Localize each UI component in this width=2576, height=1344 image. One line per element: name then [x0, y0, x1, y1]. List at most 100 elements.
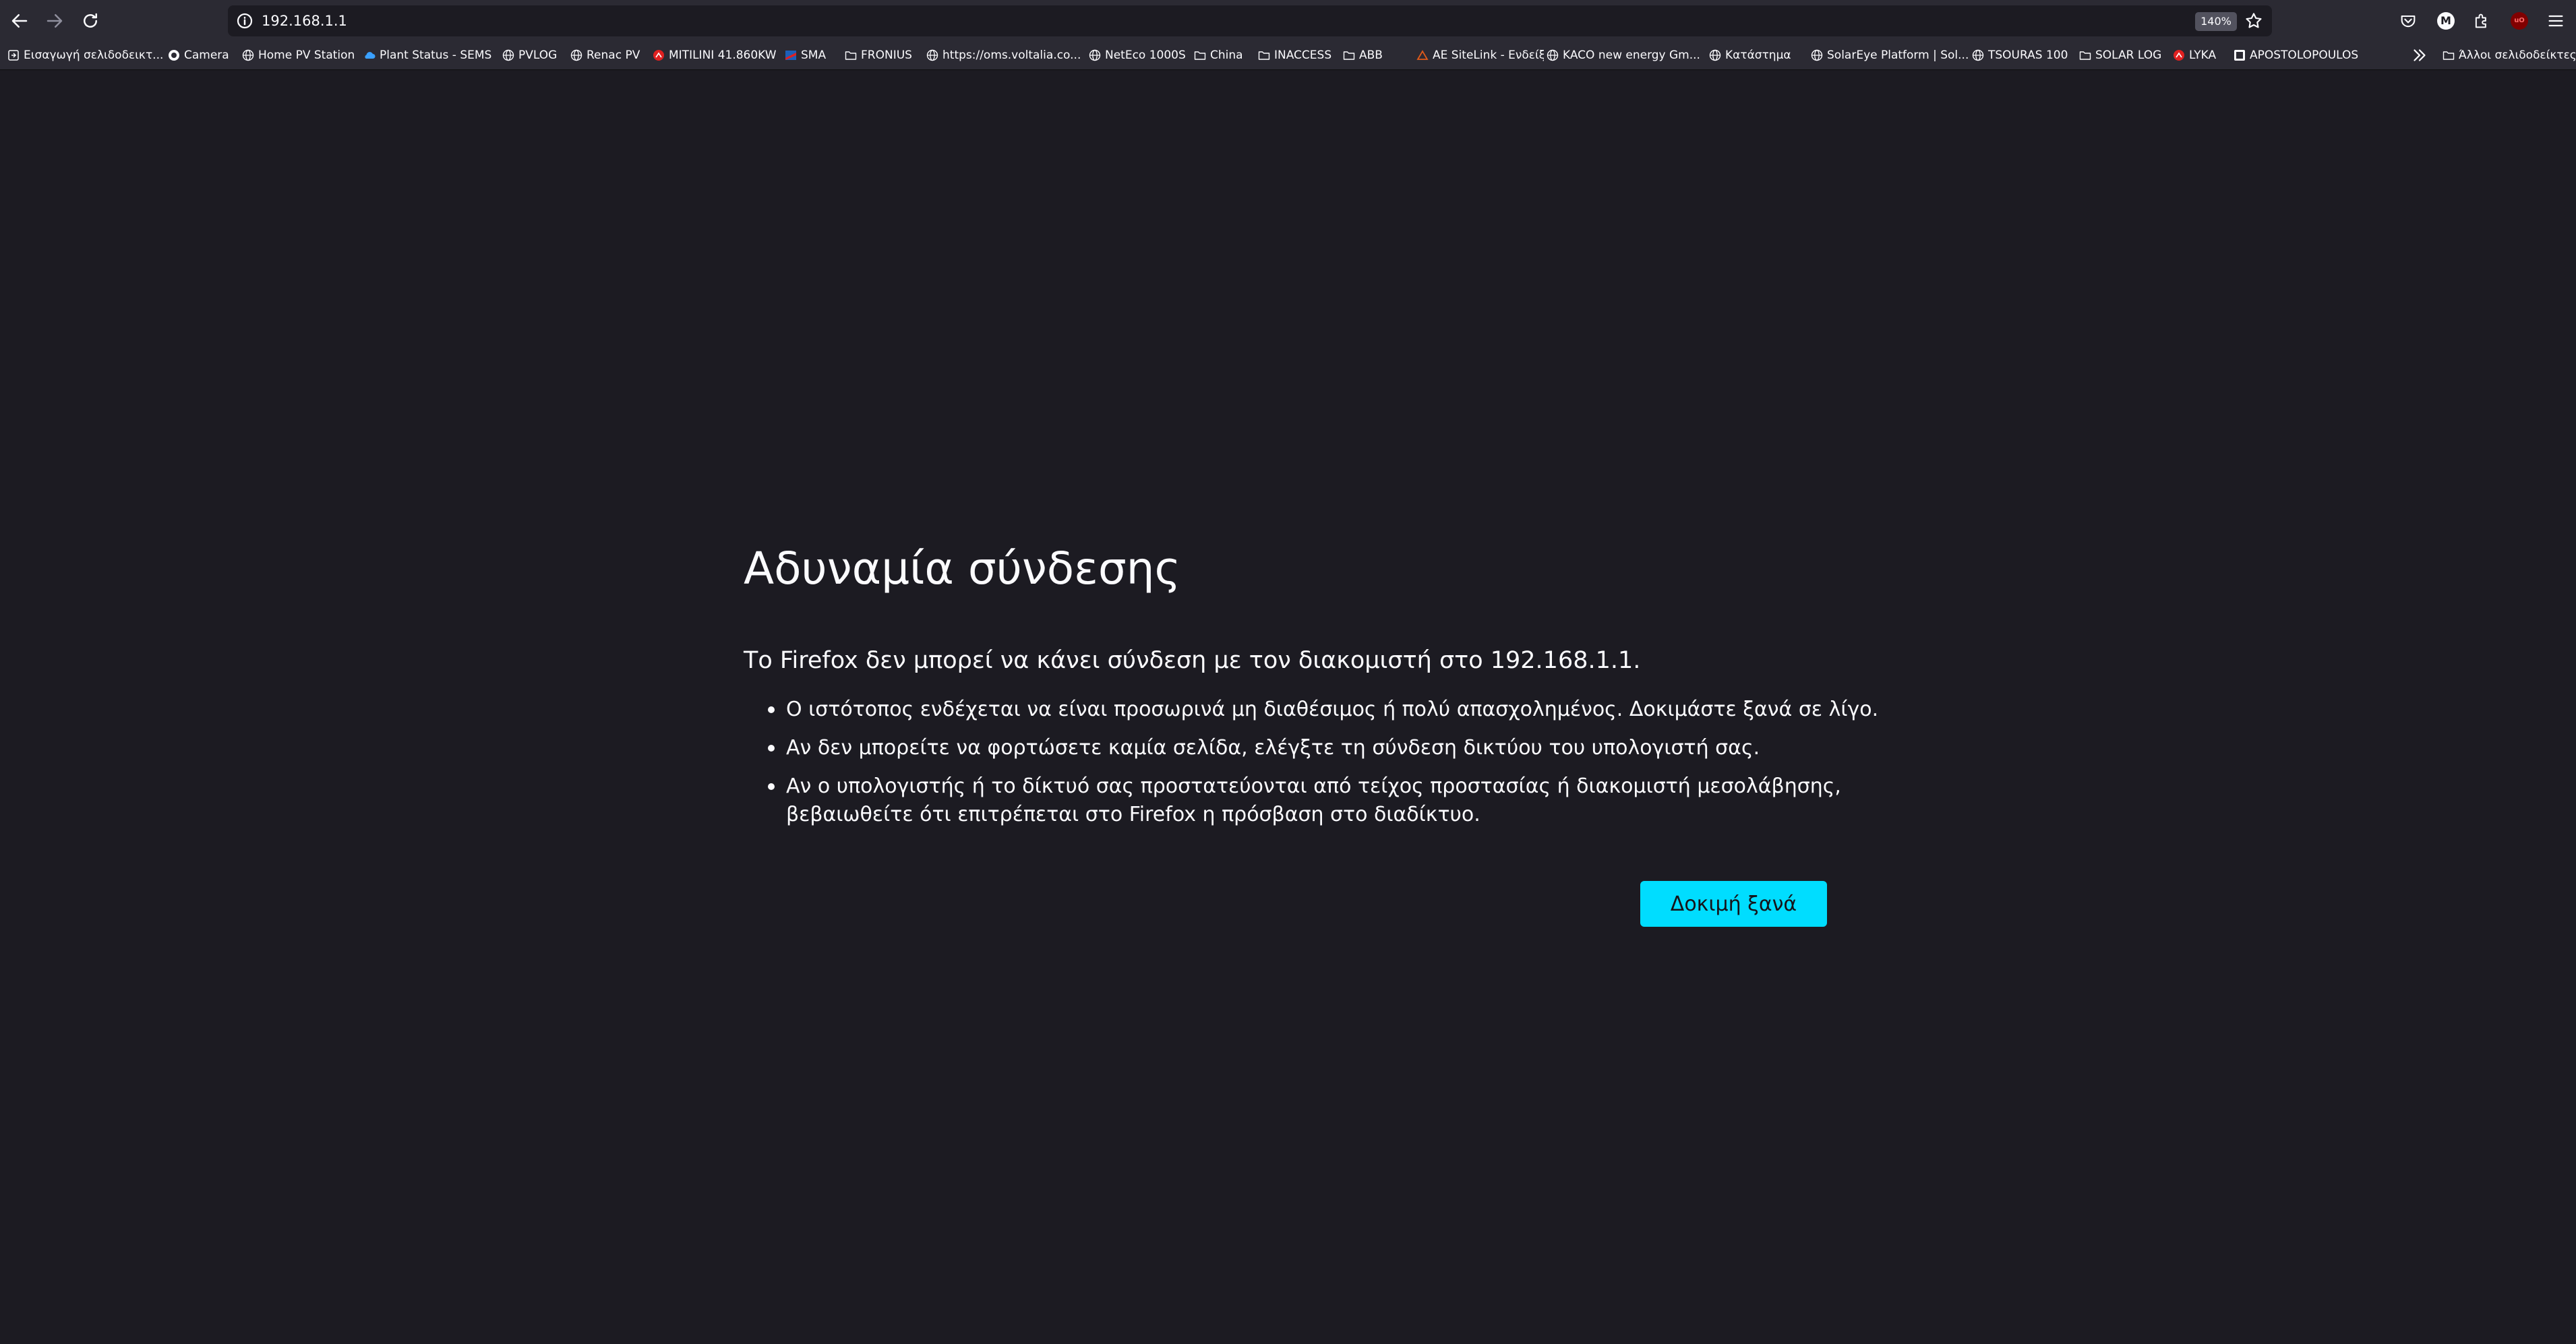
bookmark-label: Plant Status - SEMS — [380, 49, 492, 62]
folder-icon — [1342, 49, 1356, 62]
site-logo-icon — [2233, 49, 2246, 62]
bookmark-label: MITILINI 41.860KW — [669, 49, 777, 62]
bookmark-star-icon[interactable] — [2244, 11, 2264, 31]
bookmark-item[interactable]: SMA — [784, 41, 841, 69]
puzzle-piece-icon — [2475, 13, 2486, 28]
bookmark-label: Κατάστημα — [1725, 49, 1791, 62]
page-title: Αδυναμία σύνδεσης — [744, 543, 1181, 594]
bookmark-item[interactable]: INACCESS — [1257, 41, 1338, 69]
zoom-level-badge[interactable]: 140% — [2195, 12, 2237, 31]
globe-icon — [241, 49, 255, 62]
hamburger-menu-icon — [2548, 15, 2563, 27]
bookmark-label: KACO new energy Gm... — [1563, 49, 1700, 62]
pocket-button[interactable] — [2395, 8, 2421, 34]
navigation-toolbar: 192.168.1.1 140% M uO — [0, 0, 2576, 41]
reload-icon — [84, 13, 97, 28]
address-bar[interactable]: 192.168.1.1 140% — [228, 5, 2272, 36]
bookmark-item[interactable]: https://oms.voltalia.co... — [926, 41, 1084, 69]
bookmark-label: APOSTOLOPOULOS — [2250, 49, 2359, 62]
folder-icon — [2078, 49, 2092, 62]
account-button[interactable]: M — [2433, 8, 2459, 34]
bookmark-label: Renac PV — [587, 49, 640, 62]
globe-icon — [1708, 49, 1722, 62]
bookmark-item[interactable]: Κατάστημα — [1708, 41, 1803, 69]
bookmark-label: SMA — [801, 49, 827, 62]
folder-icon — [844, 49, 858, 62]
back-arrow-icon — [11, 14, 28, 28]
extensions-button[interactable] — [2469, 8, 2494, 34]
ublock-origin-button[interactable]: uO — [2507, 8, 2532, 34]
list-item: Αν δεν μπορείτε να φορτώσετε καμία σελίδ… — [744, 734, 1890, 762]
site-info-icon[interactable] — [235, 11, 255, 31]
bookmark-item[interactable]: MITILINI 41.860KW — [652, 41, 780, 69]
camera-icon — [167, 49, 181, 62]
bookmark-label: https://oms.voltalia.co... — [942, 49, 1081, 62]
bookmark-item[interactable]: ABB — [1342, 41, 1413, 69]
reload-button[interactable] — [75, 5, 106, 36]
bookmark-label: INACCESS — [1274, 49, 1332, 62]
bookmark-item[interactable]: Plant Status - SEMS — [363, 41, 498, 69]
other-bookmarks-label: Άλλοι σελιδοδείκτες — [2459, 49, 2576, 62]
bookmark-item[interactable]: KACO new energy Gm... — [1546, 41, 1704, 69]
red-logo-icon — [652, 49, 665, 62]
avatar: M — [2437, 12, 2455, 30]
bookmark-label: NetEco 1000S — [1105, 49, 1186, 62]
bookmark-label: LYKA — [2189, 49, 2217, 62]
globe-icon — [1810, 49, 1824, 62]
globe-icon — [926, 49, 939, 62]
back-button[interactable] — [4, 5, 35, 36]
bookmark-item[interactable]: SOLAR LOG — [2078, 41, 2169, 69]
bookmark-item[interactable]: AE SiteLink - Ενδείξεις — [1416, 41, 1544, 69]
try-again-button[interactable]: Δοκιμή ξανά — [1640, 881, 1827, 927]
bookmark-label: FRONIUS — [861, 49, 912, 62]
cloud-icon — [363, 49, 376, 62]
bookmark-item[interactable]: Εισαγωγή σελιδοδεικτ... — [7, 41, 163, 69]
pocket-icon — [2401, 15, 2416, 28]
globe-icon — [502, 49, 515, 62]
bookmarks-toolbar: Εισαγωγή σελιδοδεικτ... Camera Home PV Sta… — [0, 41, 2576, 70]
bookmark-item[interactable]: SolarEye Platform | Sol... — [1810, 41, 1969, 69]
ae-logo-icon — [1416, 49, 1429, 62]
globe-icon — [1971, 49, 1985, 62]
sma-logo-icon — [784, 49, 798, 62]
folder-icon — [2442, 49, 2455, 62]
app-menu-button[interactable] — [2543, 8, 2569, 34]
bookmark-label: TSOURAS 100 — [1988, 49, 2068, 62]
bookmark-label: SolarEye Platform | Sol... — [1827, 49, 1969, 62]
globe-icon — [570, 49, 583, 62]
bookmark-item[interactable]: China — [1193, 41, 1254, 69]
bookmark-item[interactable]: PVLOG — [502, 41, 566, 69]
error-description: Το Firefox δεν μπορεί να κάνει σύνδεση μ… — [744, 647, 1641, 674]
import-icon — [7, 49, 20, 62]
error-hints-list: Ο ιστότοπος ενδέχεται να είναι προσωρινά… — [744, 696, 1890, 839]
error-page: Αδυναμία σύνδεσης Το Firefox δεν μπορεί … — [0, 70, 2576, 1344]
bookmark-item[interactable]: Camera — [167, 41, 238, 69]
bookmark-label: AE SiteLink - Ενδείξεις — [1433, 49, 1544, 62]
bookmark-item[interactable]: TSOURAS 100 — [1971, 41, 2076, 69]
bookmark-item[interactable]: Renac PV — [570, 41, 647, 69]
bookmark-label: China — [1210, 49, 1243, 62]
ublock-icon: uO — [2511, 12, 2528, 30]
forward-arrow-icon — [47, 14, 63, 28]
folder-icon — [1257, 49, 1271, 62]
url-text[interactable]: 192.168.1.1 — [262, 5, 347, 36]
bookmark-item[interactable]: LYKA — [2172, 41, 2229, 69]
forward-button[interactable] — [39, 5, 70, 36]
red-logo-icon — [2172, 49, 2186, 62]
folder-icon — [1193, 49, 1207, 62]
bookmark-label: Εισαγωγή σελιδοδεικτ... — [24, 49, 163, 62]
bookmark-item[interactable]: FRONIUS — [844, 41, 922, 69]
bookmark-item[interactable]: NetEco 1000S — [1088, 41, 1189, 69]
list-item: Αν ο υπολογιστής ή το δίκτυό σας προστατ… — [744, 772, 1890, 829]
bookmark-label: SOLAR LOG — [2095, 49, 2162, 62]
bookmark-item[interactable]: APOSTOLOPOULOS — [2233, 41, 2374, 69]
bookmark-label: Camera — [184, 49, 229, 62]
other-bookmarks-folder[interactable]: Άλλοι σελιδοδείκτες — [2442, 41, 2576, 69]
globe-icon — [1088, 49, 1102, 62]
bookmark-item[interactable]: Home PV Station — [241, 41, 359, 69]
bookmark-label: Home PV Station — [258, 49, 355, 62]
bookmarks-overflow-chevron-icon[interactable] — [2409, 45, 2430, 65]
bookmark-label: ABB — [1359, 49, 1383, 62]
globe-icon — [1546, 49, 1559, 62]
bookmark-label: PVLOG — [518, 49, 558, 62]
